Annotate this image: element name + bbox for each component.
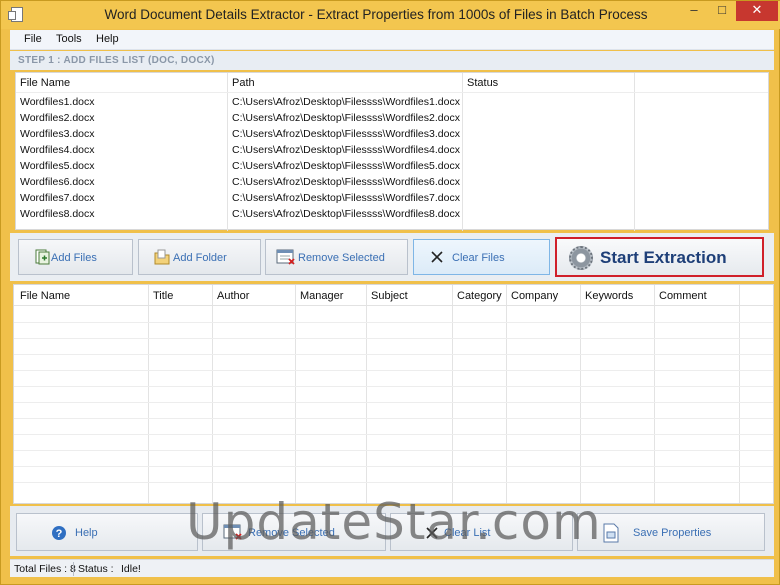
table-row[interactable]: Wordfiles1.docx C:\Users\Afroz\Desktop\F… <box>16 94 768 110</box>
file-name-cell: Wordfiles2.docx <box>20 112 95 124</box>
title-bar: Word Document Details Extractor - Extrac… <box>1 1 780 29</box>
close-button[interactable]: ✕ <box>736 1 778 21</box>
add-files-icon <box>35 249 50 265</box>
add-folder-icon <box>154 249 170 265</box>
close-x-icon <box>431 251 443 263</box>
help-label: Help <box>75 527 98 539</box>
status-divider <box>73 562 74 576</box>
remove-selected-button[interactable]: Remove Selected <box>265 239 408 275</box>
file-name-cell: Wordfiles6.docx <box>20 176 95 188</box>
table-row[interactable]: Wordfiles4.docx C:\Users\Afroz\Desktop\F… <box>16 142 768 158</box>
table-row[interactable]: Wordfiles2.docx C:\Users\Afroz\Desktop\F… <box>16 110 768 126</box>
menu-tools[interactable]: Tools <box>56 33 82 45</box>
table-row[interactable]: Wordfiles7.docx C:\Users\Afroz\Desktop\F… <box>16 190 768 206</box>
col-header-comment[interactable]: Comment <box>659 290 707 302</box>
help-button[interactable]: ? Help <box>16 513 198 551</box>
col-header-manager[interactable]: Manager <box>300 290 343 302</box>
help-icon: ? <box>52 526 66 540</box>
table-row[interactable]: Wordfiles8.docx C:\Users\Afroz\Desktop\F… <box>16 206 768 222</box>
clear-files-button[interactable]: Clear Files <box>413 239 550 275</box>
app-document-icon <box>8 7 23 22</box>
save-file-icon <box>603 523 619 543</box>
col-header-keywords[interactable]: Keywords <box>585 290 633 302</box>
step1-label: STEP 1 : ADD FILES LIST (DOC, DOCX) <box>18 55 215 66</box>
watermark-text: UpdateStar.com <box>186 493 602 551</box>
gear-icon <box>569 246 593 270</box>
file-name-cell: Wordfiles1.docx <box>20 96 95 108</box>
add-folder-button[interactable]: Add Folder <box>138 239 261 275</box>
save-properties-button[interactable]: Save Properties <box>577 513 765 551</box>
file-name-cell: Wordfiles7.docx <box>20 192 95 204</box>
file-path-cell: C:\Users\Afroz\Desktop\Filessss\Wordfile… <box>232 192 460 204</box>
window-title: Word Document Details Extractor - Extrac… <box>104 7 648 22</box>
file-path-cell: C:\Users\Afroz\Desktop\Filessss\Wordfile… <box>232 96 460 108</box>
table-row[interactable]: Wordfiles3.docx C:\Users\Afroz\Desktop\F… <box>16 126 768 142</box>
results-table[interactable]: File Name Title Author Manager Subject C… <box>13 284 774 504</box>
maximize-button[interactable]: □ <box>709 1 735 21</box>
file-name-cell: Wordfiles8.docx <box>20 208 95 220</box>
col-header-author[interactable]: Author <box>217 290 249 302</box>
col-header-file-name[interactable]: File Name <box>20 290 70 302</box>
col-header-status[interactable]: Status <box>467 77 498 89</box>
add-files-button[interactable]: Add Files <box>18 239 133 275</box>
file-path-cell: C:\Users\Afroz\Desktop\Filessss\Wordfile… <box>232 160 460 172</box>
add-folder-label: Add Folder <box>173 252 227 264</box>
start-extraction-button[interactable]: Start Extraction <box>555 237 764 277</box>
file-path-cell: C:\Users\Afroz\Desktop\Filessss\Wordfile… <box>232 144 460 156</box>
table-row[interactable]: Wordfiles5.docx C:\Users\Afroz\Desktop\F… <box>16 158 768 174</box>
file-path-cell: C:\Users\Afroz\Desktop\Filessss\Wordfile… <box>232 128 460 140</box>
svg-text:?: ? <box>56 528 63 540</box>
clear-files-label: Clear Files <box>452 252 505 264</box>
add-files-label: Add Files <box>51 252 97 264</box>
col-header-file-name[interactable]: File Name <box>20 77 70 89</box>
status-value: Idle! <box>121 563 141 575</box>
app-window: Word Document Details Extractor - Extrac… <box>0 0 780 585</box>
file-name-cell: Wordfiles4.docx <box>20 144 95 156</box>
start-extraction-label: Start Extraction <box>600 248 727 267</box>
table-row[interactable]: Wordfiles6.docx C:\Users\Afroz\Desktop\F… <box>16 174 768 190</box>
col-header-title[interactable]: Title <box>153 290 173 302</box>
col-header-subject[interactable]: Subject <box>371 290 408 302</box>
menu-bar: File Tools Help <box>10 30 774 50</box>
save-properties-label: Save Properties <box>633 527 712 539</box>
file-actions-toolbar: Add Files Add Folder Remove Selected Cle… <box>10 233 774 281</box>
file-path-cell: C:\Users\Afroz\Desktop\Filessss\Wordfile… <box>232 208 460 220</box>
total-files-count: Total Files : 8 <box>14 563 76 575</box>
status-bar: Total Files : 8 Status : Idle! <box>10 559 774 577</box>
file-name-cell: Wordfiles3.docx <box>20 128 95 140</box>
minimize-button[interactable]: – <box>681 1 707 21</box>
file-path-cell: C:\Users\Afroz\Desktop\Filessss\Wordfile… <box>232 112 460 124</box>
col-header-category[interactable]: Category <box>457 290 502 302</box>
menu-file[interactable]: File <box>24 33 42 45</box>
file-path-cell: C:\Users\Afroz\Desktop\Filessss\Wordfile… <box>232 176 460 188</box>
col-header-path[interactable]: Path <box>232 77 255 89</box>
step1-header: STEP 1 : ADD FILES LIST (DOC, DOCX) <box>10 51 774 70</box>
file-name-cell: Wordfiles5.docx <box>20 160 95 172</box>
status-label: Status : <box>78 563 114 575</box>
remove-list-icon <box>276 249 295 265</box>
files-list-table[interactable]: File Name Path Status Wordfiles1.docx C:… <box>15 72 769 231</box>
remove-selected-label: Remove Selected <box>298 252 385 264</box>
col-header-company[interactable]: Company <box>511 290 558 302</box>
menu-help[interactable]: Help <box>96 33 119 45</box>
